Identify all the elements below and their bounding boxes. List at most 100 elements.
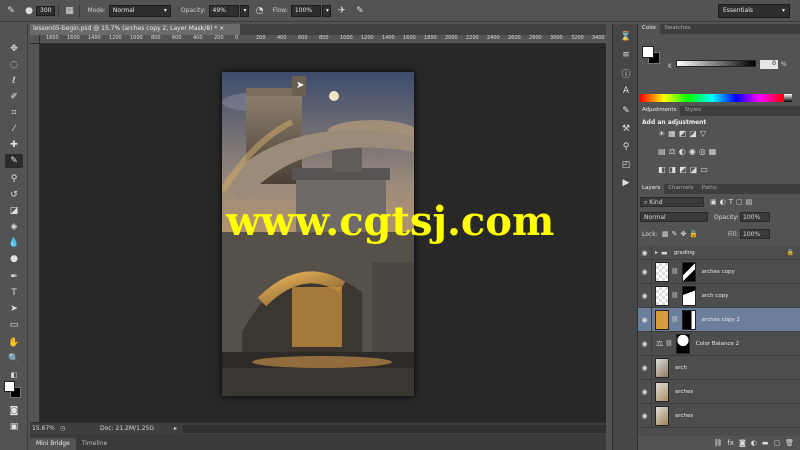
lock-all-icon[interactable]: 🔒: [689, 230, 701, 238]
flow-input[interactable]: 100%: [290, 4, 321, 17]
layer-mask-thumbnail[interactable]: [681, 285, 696, 306]
layer-style-icon[interactable]: fx: [727, 439, 734, 447]
new-group-icon[interactable]: ▬: [762, 439, 769, 447]
tab-styles[interactable]: Styles: [680, 106, 705, 116]
horizontal-scrollbar[interactable]: [183, 424, 606, 433]
quick-select-tool-icon[interactable]: ✐: [5, 90, 23, 104]
pressure-opacity-icon[interactable]: ◔: [253, 4, 267, 18]
black-white-icon[interactable]: ◐: [679, 147, 689, 156]
shape-filter-icon[interactable]: ▢: [736, 198, 746, 206]
selective-color-icon[interactable]: ◪: [690, 165, 701, 174]
new-adjustment-icon[interactable]: ◐: [751, 439, 757, 447]
brush-size-picker[interactable]: ● 300: [22, 4, 56, 18]
foreground-color-swatch[interactable]: [4, 381, 15, 392]
clone-source-icon[interactable]: ⚲: [618, 140, 634, 154]
move-tool-icon[interactable]: ✥: [5, 42, 23, 56]
opacity-slider-toggle[interactable]: ▾: [239, 4, 249, 17]
vertical-ruler[interactable]: [30, 44, 40, 422]
tab-channels[interactable]: Channels: [664, 184, 697, 194]
layer-row-group[interactable]: ◉ ▸ ▬ grading 🔒: [638, 245, 800, 260]
clone-stamp-tool-icon[interactable]: ⚲: [5, 172, 23, 186]
expand-arrow-icon[interactable]: ▸: [655, 249, 658, 256]
vibrance-icon[interactable]: ▽: [700, 129, 709, 138]
healing-brush-tool-icon[interactable]: ✚: [5, 138, 23, 152]
mode-select[interactable]: Normal ▾: [108, 4, 171, 17]
workspace-switcher[interactable]: Essentials ▾: [718, 4, 790, 18]
info-icon[interactable]: ⓘ: [618, 66, 634, 80]
exposure-icon[interactable]: ◪: [689, 129, 700, 138]
mask-link-icon[interactable]: ⛓: [671, 316, 679, 323]
tool-presets-icon[interactable]: ⚒: [618, 122, 634, 136]
tab-paths[interactable]: Paths: [698, 184, 721, 194]
layer-row[interactable]: ◉ ⛓ arches copy: [638, 259, 800, 284]
horizontal-ruler[interactable]: 1800 1600 1400 1200 1000 800 600 400 200 0 200 400 6…: [40, 35, 606, 44]
visibility-eye-icon[interactable]: ◉: [638, 355, 652, 380]
navigator-icon[interactable]: ◰: [618, 158, 634, 172]
layer-mask-thumbnail[interactable]: [681, 261, 696, 282]
levels-icon[interactable]: ▦: [668, 129, 679, 138]
layer-row[interactable]: ◉ ⛓ arch copy: [638, 283, 800, 308]
opacity-input[interactable]: 49%: [208, 4, 239, 17]
zoom-tool-icon[interactable]: 🔍: [5, 352, 23, 366]
brush-panel-toggle-icon[interactable]: ▦: [62, 4, 76, 18]
crop-tool-icon[interactable]: ⌗: [5, 106, 23, 120]
close-icon[interactable]: ×: [219, 25, 224, 32]
layer-row[interactable]: ◉ arches: [638, 379, 800, 404]
screen-mode-icon[interactable]: ▣: [5, 420, 23, 434]
lock-transparency-icon[interactable]: ▦: [662, 230, 672, 238]
type-panel-icon[interactable]: A: [618, 84, 634, 98]
layer-row[interactable]: ◉ arch: [638, 355, 800, 380]
lasso-tool-icon[interactable]: ℓ: [5, 74, 23, 88]
blur-tool-icon[interactable]: 💧: [5, 236, 23, 250]
doc-size-info[interactable]: Doc: 21.2M/1.25G: [100, 425, 170, 432]
type-filter-icon[interactable]: T: [729, 198, 736, 206]
layer-filter-select[interactable]: ⌕ Kind: [640, 197, 704, 207]
default-colors-icon[interactable]: ◧: [5, 368, 23, 382]
history-brush-tool-icon[interactable]: ↺: [5, 188, 23, 202]
threshold-icon[interactable]: ◩: [679, 165, 690, 174]
color-balance-icon[interactable]: ⚖: [669, 147, 679, 156]
eraser-tool-icon[interactable]: ◪: [5, 204, 23, 218]
curves-icon[interactable]: ◩: [679, 129, 690, 138]
visibility-eye-icon[interactable]: ◉: [638, 403, 652, 428]
adjustment-filter-icon[interactable]: ◐: [720, 198, 729, 206]
fill-input[interactable]: 100%: [740, 229, 770, 239]
new-layer-icon[interactable]: ▢: [773, 439, 780, 447]
rectangle-tool-icon[interactable]: ▭: [5, 318, 23, 332]
tab-swatches[interactable]: Swatches: [660, 24, 694, 34]
status-menu-icon[interactable]: ▸: [174, 425, 177, 432]
zoom-level[interactable]: 15.67%: [30, 425, 55, 432]
brush-tool-preset-icon[interactable]: ✎: [4, 4, 18, 18]
flow-slider-toggle[interactable]: ▾: [321, 4, 331, 17]
link-layers-icon[interactable]: ⛓: [713, 439, 722, 447]
dodge-tool-icon[interactable]: ●: [5, 252, 23, 266]
channel-mixer-icon[interactable]: ◎: [699, 147, 709, 156]
path-selection-tool-icon[interactable]: ➤: [5, 302, 23, 316]
type-tool-icon[interactable]: T: [5, 286, 23, 300]
layer-opacity-input[interactable]: 100%: [740, 212, 770, 222]
color-fg-swatch[interactable]: [642, 46, 654, 58]
brush-panel-icon[interactable]: ✎: [618, 104, 634, 118]
visibility-eye-icon[interactable]: ◉: [638, 259, 652, 284]
tab-layers[interactable]: Layers: [638, 184, 665, 194]
brush-tool-icon[interactable]: ✎: [5, 154, 23, 168]
brightness-contrast-icon[interactable]: ☀: [658, 129, 668, 138]
layer-row-selected[interactable]: ◉ ⛓ arches copy 2: [638, 307, 800, 332]
mask-link-icon[interactable]: ⛓: [665, 340, 673, 347]
blend-mode-select[interactable]: Normal: [640, 212, 708, 222]
trash-icon[interactable]: 🗑: [785, 439, 794, 447]
actions-icon[interactable]: ▶: [618, 176, 634, 190]
layer-mask-thumbnail[interactable]: [681, 309, 696, 330]
visibility-eye-icon[interactable]: ◉: [638, 307, 652, 332]
pen-tool-icon[interactable]: ✒: [5, 270, 23, 284]
invert-icon[interactable]: ◧: [658, 165, 669, 174]
eyedropper-tool-icon[interactable]: ⁄: [5, 122, 23, 136]
smart-object-filter-icon[interactable]: ▤: [746, 198, 756, 206]
marquee-tool-icon[interactable]: ◌: [5, 58, 23, 72]
tab-color[interactable]: Color: [638, 24, 661, 34]
quick-mask-icon[interactable]: ◙: [5, 404, 23, 418]
add-mask-icon[interactable]: ◙: [739, 439, 746, 447]
properties-icon[interactable]: ≡: [618, 48, 634, 62]
airbrush-icon[interactable]: ✈: [335, 4, 349, 18]
tab-adjustments[interactable]: Adjustments: [638, 106, 681, 116]
